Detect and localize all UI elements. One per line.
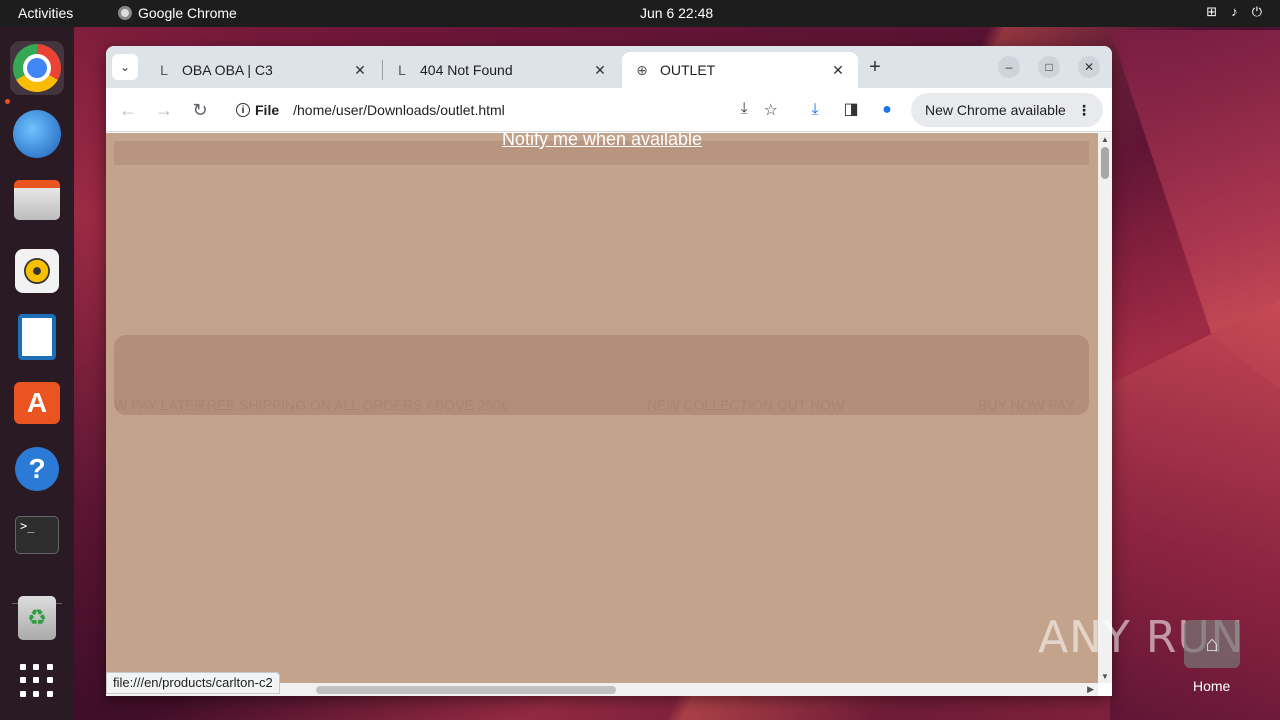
scroll-right-icon[interactable]: ▶ [1087, 684, 1094, 695]
bookmark-star-icon[interactable]: ☆ [764, 100, 778, 120]
chrome-small-icon [118, 6, 132, 20]
network-icon: ⊞ [1206, 4, 1218, 19]
dock: A ? >_ ♻ [0, 27, 74, 720]
scheme-chip[interactable]: File [255, 102, 279, 118]
help-icon: ? [15, 447, 59, 491]
maximize-icon: □ [1045, 60, 1053, 74]
scroll-down-icon[interactable]: ▼ [1101, 672, 1109, 681]
tab-404[interactable]: L 404 Not Found ✕ [382, 52, 620, 88]
tab-outlet[interactable]: ⊕ OUTLET ✕ [622, 52, 858, 88]
reload-button[interactable]: ↻ [188, 98, 212, 122]
close-window-button[interactable]: ✕ [1078, 56, 1100, 78]
home-folder-icon[interactable]: ⌂ [1184, 620, 1240, 668]
update-label: New Chrome available [925, 102, 1066, 118]
chevron-down-icon: ⌄ [119, 60, 131, 74]
downloads-icon[interactable]: ⤓ [804, 99, 826, 121]
terminal-icon: >_ [15, 516, 59, 554]
dock-thunderbird[interactable] [10, 107, 64, 161]
install-icon[interactable]: ⤓ [741, 100, 748, 120]
scroll-thumb[interactable] [316, 686, 616, 694]
dock-help[interactable]: ? [10, 442, 64, 496]
tab-title: 404 Not Found [420, 62, 513, 78]
running-indicator [5, 99, 10, 104]
system-tray[interactable]: ⊞ ♪ ⏻ [1206, 4, 1262, 20]
tab-favicon: L [160, 62, 168, 78]
app-store-icon: A [14, 382, 60, 424]
close-icon[interactable]: ✕ [350, 62, 370, 79]
marquee-text: NEW COLLECTION OUT NOW [647, 397, 845, 413]
dock-rhythmbox[interactable] [10, 244, 64, 298]
minimize-button[interactable]: – [998, 56, 1020, 78]
back-button[interactable]: ← [116, 98, 140, 122]
profile-avatar-icon[interactable]: ● [876, 99, 898, 121]
marquee-text: BUY NOW PAY [978, 397, 1075, 413]
marquee-text: W PAY LATER [114, 397, 205, 413]
status-url-bubble: file:///en/products/carlton-c2 [106, 672, 280, 694]
app-name-label: Google Chrome [138, 5, 237, 21]
close-icon: ✕ [1083, 60, 1095, 74]
tab-oba-oba[interactable]: L OBA OBA | C3 ✕ [144, 52, 380, 88]
update-chrome-button[interactable]: New Chrome available ⋮ [911, 93, 1103, 127]
url-text[interactable]: /home/user/Downloads/outlet.html [293, 102, 740, 118]
dock-app-center[interactable]: A [10, 376, 64, 430]
side-panel-icon[interactable]: ◨ [840, 99, 862, 121]
tab-title: OBA OBA | C3 [182, 62, 273, 78]
arrow-right-icon: → [155, 100, 173, 120]
arrow-left-icon: ← [119, 100, 137, 120]
tab-title: OUTLET [660, 62, 716, 78]
rhythmbox-icon [15, 249, 59, 293]
trash-icon: ♻ [18, 596, 56, 640]
close-icon[interactable]: ✕ [590, 62, 610, 79]
address-bar[interactable]: i File /home/user/Downloads/outlet.html … [224, 93, 794, 127]
power-icon: ⏻ [1251, 4, 1262, 19]
home-folder-label[interactable]: Home [1193, 678, 1230, 694]
volume-icon: ♪ [1231, 4, 1238, 19]
app-grid-icon [20, 664, 54, 698]
thunderbird-icon [13, 110, 61, 158]
more-menu-icon[interactable]: ⋮ [1077, 102, 1091, 119]
dock-show-apps[interactable] [10, 654, 64, 708]
clock[interactable]: Jun 6 22:48 [640, 5, 713, 21]
marquee-text: FREE SHIPPING ON ALL ORDERS ABOVE 250€ [198, 397, 509, 413]
vertical-scrollbar[interactable]: ▲ ▼ [1098, 133, 1112, 683]
tab-favicon: L [398, 62, 406, 78]
dock-chrome[interactable] [10, 41, 64, 95]
scroll-thumb[interactable] [1101, 147, 1109, 179]
writer-icon [18, 314, 56, 360]
notify-link[interactable]: Notify me when available [106, 133, 1098, 150]
app-menu[interactable]: Google Chrome [118, 5, 237, 21]
globe-icon: ⊕ [636, 61, 648, 78]
close-icon[interactable]: ✕ [828, 62, 848, 79]
announcement-marquee: W PAY LATER FREE SHIPPING ON ALL ORDERS … [106, 397, 1098, 417]
tab-search-button[interactable]: ⌄ [112, 54, 138, 80]
dock-writer[interactable] [10, 310, 64, 364]
new-tab-button[interactable]: + [864, 56, 886, 78]
files-icon [14, 180, 60, 220]
maximize-button[interactable]: □ [1038, 56, 1060, 78]
dock-terminal[interactable]: >_ [10, 508, 64, 562]
chrome-window: ⌄ L OBA OBA | C3 ✕ L 404 Not Found ✕ ⊕ O… [106, 46, 1112, 696]
info-icon[interactable]: i [236, 103, 250, 117]
reload-icon: ↻ [192, 100, 208, 120]
dock-trash[interactable]: ♻ [10, 591, 64, 645]
minimize-icon: – [1005, 60, 1013, 74]
scroll-up-icon[interactable]: ▲ [1101, 135, 1109, 144]
dock-files[interactable] [10, 173, 64, 227]
forward-button[interactable]: → [152, 98, 176, 122]
page-viewport: Notify me when available W PAY LATER FRE… [106, 133, 1098, 683]
browser-toolbar: ← → ↻ i File /home/user/Downloads/outlet… [106, 88, 1112, 132]
chrome-icon [13, 44, 61, 92]
activities-button[interactable]: Activities [18, 5, 73, 21]
tab-strip: ⌄ L OBA OBA | C3 ✕ L 404 Not Found ✕ ⊕ O… [106, 46, 1112, 88]
top-bar: Activities Google Chrome Jun 6 22:48 ⊞ ♪… [0, 0, 1280, 27]
